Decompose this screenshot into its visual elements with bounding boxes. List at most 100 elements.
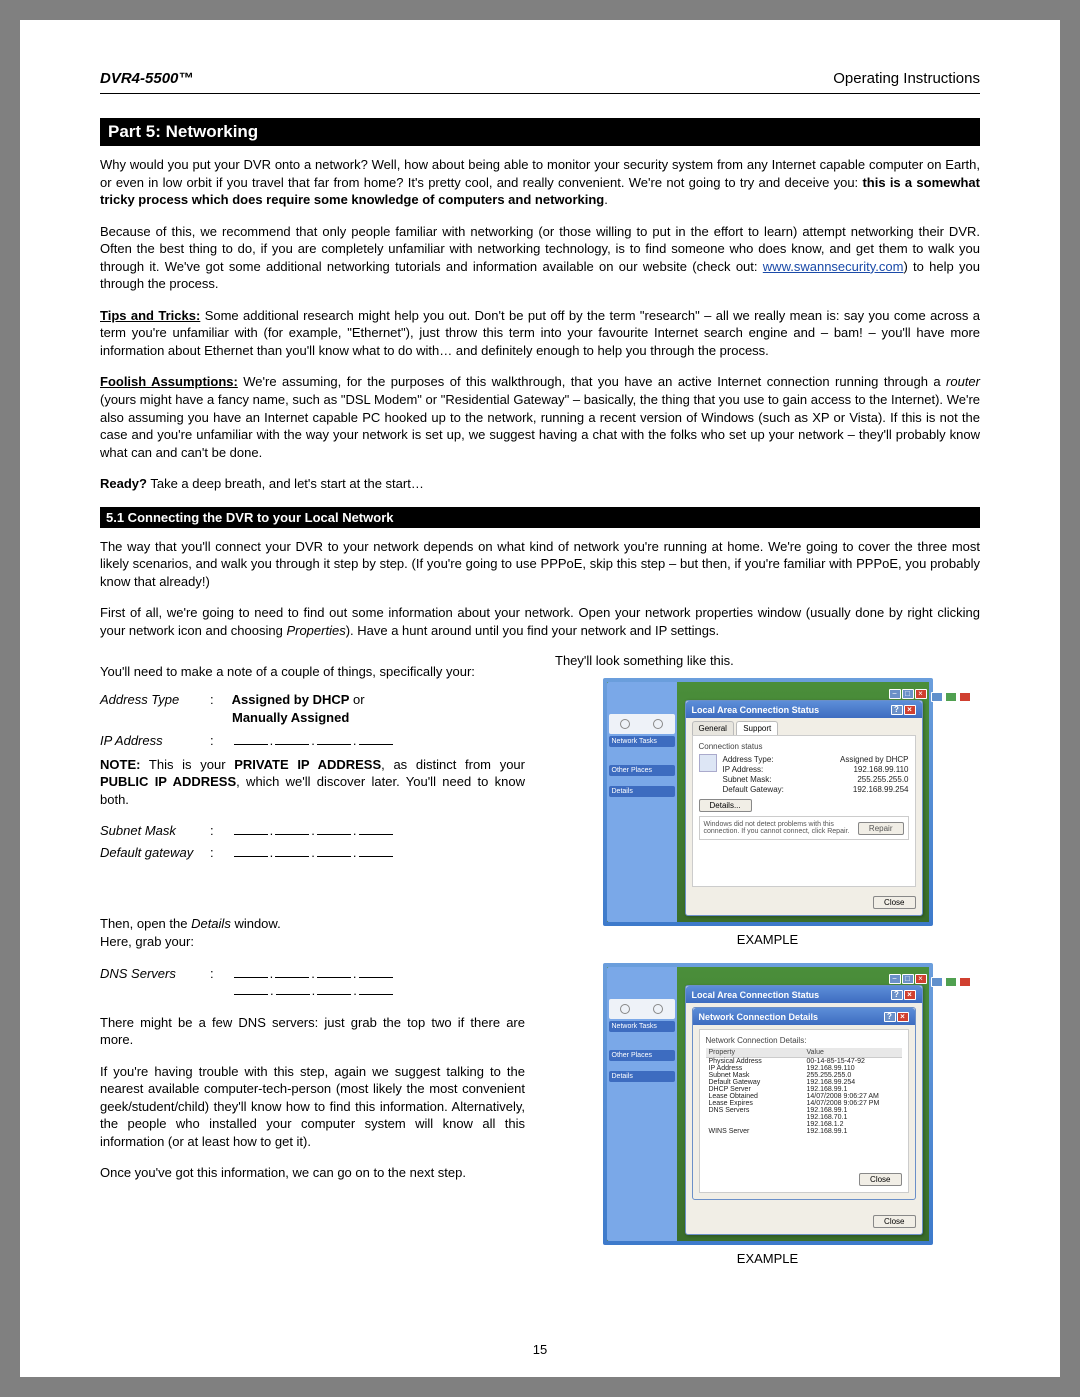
assumptions-paragraph: Foolish Assumptions: We're assuming, for… (100, 373, 980, 461)
text: Why would you put your DVR onto a networ… (100, 157, 980, 190)
here-grab-text: Here, grab your: (100, 933, 525, 951)
ready-label: Ready? (100, 476, 147, 491)
details-body: Network Connection Details: PropertyValu… (699, 1029, 909, 1193)
open-details-text: Then, open the Details window. (100, 915, 525, 933)
gateway-label: Default gateway (100, 844, 210, 862)
repair-text: Windows did not detect problems with thi… (704, 821, 858, 835)
trouble-paragraph: If you're having trouble with this step,… (100, 1063, 525, 1151)
close-icon[interactable]: × (915, 974, 927, 984)
explorer-sidebar: Network Tasks Other Places Details (607, 967, 677, 1241)
details-value: 192.168.99.1 (804, 1107, 902, 1114)
tab-support[interactable]: Support (736, 721, 778, 735)
ready-paragraph: Ready? Take a deep breath, and let's sta… (100, 475, 980, 493)
details-key (706, 1114, 804, 1121)
intro-paragraph-2: Because of this, we recommend that only … (100, 223, 980, 293)
details-value: 192.168.99.254 (804, 1079, 902, 1086)
note-label: NOTE: (100, 757, 140, 772)
minimize-icon[interactable]: − (889, 974, 901, 984)
dialog-title-text: Local Area Connection Status (692, 990, 820, 1000)
back-icon[interactable] (620, 719, 630, 729)
outer-close-button[interactable]: Close (873, 1215, 915, 1228)
product-name: DVR4-5500™ (100, 70, 193, 87)
address-type-value-1: Assigned by DHCP (232, 692, 350, 707)
details-row: IP Address192.168.99.110 (706, 1065, 902, 1072)
left-column: You'll need to make a note of a couple o… (100, 653, 525, 1282)
sidebar-network-tasks[interactable]: Network Tasks (609, 736, 675, 747)
details-title-text: Network Connection Details (699, 1012, 819, 1022)
subsection-heading: 5.1 Connecting the DVR to your Local Net… (100, 507, 980, 528)
once-paragraph: Once you've got this information, we can… (100, 1164, 525, 1182)
subnet-blanks: ... (232, 822, 395, 840)
swann-link[interactable]: www.swannsecurity.com (763, 259, 904, 274)
fwd-icon[interactable] (653, 1004, 663, 1014)
sidebar-details[interactable]: Details (609, 786, 675, 797)
explorer-sidebar: Network Tasks Other Places Details (607, 682, 677, 922)
fwd-icon[interactable] (653, 719, 663, 729)
tray-icon (945, 977, 957, 987)
repair-button[interactable]: Repair (858, 822, 904, 835)
text: We're assuming, for the purposes of this… (238, 374, 946, 389)
sidebar-other-places[interactable]: Other Places (609, 1050, 675, 1061)
status-dialog-outer: Local Area Connection Status ?× Network … (685, 985, 923, 1235)
details-key: IP Address (706, 1065, 804, 1072)
tab-general[interactable]: General (692, 721, 734, 735)
tips-paragraph: Tips and Tricks: Some additional researc… (100, 307, 980, 360)
document-page: DVR4-5500™ Operating Instructions Part 5… (20, 20, 1060, 1377)
close-icon[interactable]: × (904, 990, 916, 1000)
example-caption-2: EXAMPLE (555, 1251, 980, 1266)
dns-blanks-1: ... (232, 965, 395, 983)
details-value: 00-14-85-15-47-92 (804, 1058, 902, 1065)
details-row: Default Gateway192.168.99.254 (706, 1079, 902, 1086)
minimize-icon[interactable]: − (889, 689, 901, 699)
text: Take a deep breath, and let's start at t… (147, 476, 424, 491)
dns-note: There might be a few DNS servers: just g… (100, 1014, 525, 1049)
details-row: DHCP Server192.168.99.1 (706, 1086, 902, 1093)
details-row: Physical Address00-14-85-15-47-92 (706, 1058, 902, 1065)
details-row: 192.168.1.2 (706, 1121, 902, 1128)
close-icon[interactable]: × (915, 689, 927, 699)
doc-section: Operating Instructions (833, 70, 980, 87)
kv-key: Subnet Mask: (723, 775, 772, 784)
toolbar-icons (609, 999, 675, 1019)
close-button[interactable]: Close (873, 896, 915, 909)
details-row: Subnet Mask255.255.255.0 (706, 1072, 902, 1079)
toolbar-icons (609, 714, 675, 734)
text: . (604, 192, 608, 207)
two-column-layout: You'll need to make a note of a couple o… (100, 653, 980, 1282)
kv-value: 255.255.255.0 (857, 775, 908, 784)
details-value: 192.168.99.1 (804, 1128, 902, 1135)
text: (yours might have a fancy name, such as … (100, 392, 980, 460)
tips-label: Tips and Tricks: (100, 308, 200, 323)
details-table: PropertyValue Physical Address00-14-85-1… (706, 1048, 902, 1135)
help-icon[interactable]: ? (891, 990, 903, 1000)
help-icon[interactable]: ? (884, 1012, 896, 1022)
maximize-icon[interactable]: □ (902, 974, 914, 984)
details-close-button[interactable]: Close (859, 1173, 901, 1186)
details-row: 192.168.70.1 (706, 1114, 902, 1121)
sub-paragraph-1: The way that you'll connect your DVR to … (100, 538, 980, 591)
close-icon[interactable]: × (904, 705, 916, 715)
sidebar-details[interactable]: Details (609, 1071, 675, 1082)
details-value: 192.168.99.1 (804, 1086, 902, 1093)
help-icon[interactable]: ? (891, 705, 903, 715)
dns-label: DNS Servers (100, 965, 210, 983)
text: , as distinct from your (381, 757, 525, 772)
maximize-icon[interactable]: □ (902, 689, 914, 699)
sidebar-other-places[interactable]: Other Places (609, 765, 675, 776)
back-icon[interactable] (620, 1004, 630, 1014)
details-button[interactable]: Details... (699, 799, 752, 812)
kv-value: 192.168.99.254 (853, 785, 909, 794)
kv-value: Assigned by DHCP (840, 755, 908, 764)
details-value: 192.168.70.1 (804, 1114, 902, 1121)
intro-paragraph-1: Why would you put your DVR onto a networ… (100, 156, 980, 209)
tray-icon (959, 692, 971, 702)
details-key: Default Gateway (706, 1079, 804, 1086)
part-heading: Part 5: Networking (100, 118, 980, 146)
sidebar-network-tasks[interactable]: Network Tasks (609, 1021, 675, 1032)
text-bold: PUBLIC IP ADDRESS (100, 774, 236, 789)
header-rule (100, 93, 980, 94)
kv-key: Default Gateway: (723, 785, 784, 794)
details-value: 192.168.1.2 (804, 1121, 902, 1128)
details-value: 14/07/2008 9:06:27 AM (804, 1093, 902, 1100)
close-icon[interactable]: × (897, 1012, 909, 1022)
